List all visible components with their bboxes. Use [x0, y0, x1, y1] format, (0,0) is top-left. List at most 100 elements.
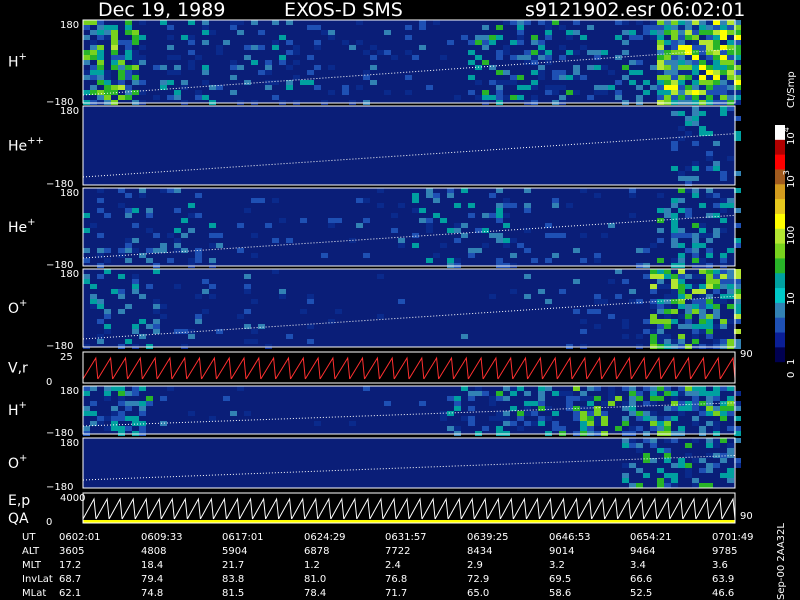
heatmap-cell [83, 35, 90, 40]
heatmap-cell [692, 478, 699, 483]
heatmap-cell [699, 223, 706, 228]
heatmap-cell [727, 284, 734, 289]
heatmap-cell [720, 319, 727, 324]
heatmap-cell [111, 426, 118, 431]
heatmap-cell [216, 85, 223, 90]
heatmap-cell [139, 20, 146, 25]
heatmap-cell [629, 443, 636, 448]
heatmap-cell [713, 55, 720, 60]
heatmap-cell [720, 95, 727, 100]
footer-cell: 21.7 [222, 560, 244, 571]
heatmap-cell [496, 80, 503, 85]
heatmap-cell [202, 40, 209, 45]
heatmap-cell [699, 75, 706, 80]
heatmap-cell [622, 324, 629, 329]
heatmap-cell [573, 75, 580, 80]
heatmap-cell [699, 90, 706, 95]
footer-row-label: MLat [22, 588, 46, 599]
heatmap-cell [664, 483, 671, 488]
heatmap-cell [622, 401, 629, 406]
heatmap-cell [559, 55, 566, 60]
heatmap-cell [503, 50, 510, 55]
heatmap-cell [139, 294, 146, 299]
heatmap-cell [83, 60, 90, 65]
heatmap-cell [580, 411, 587, 416]
heatmap-cell [573, 279, 580, 284]
heatmap-cell [202, 20, 209, 25]
heatmap-cell [713, 339, 720, 344]
heatmap-cell [300, 309, 307, 314]
heatmap-cell [629, 80, 636, 85]
heatmap-cell [692, 111, 699, 116]
heatmap-cell [237, 314, 244, 319]
heatmap-cell [125, 45, 132, 50]
colorbar-swatch [775, 362, 785, 378]
heatmap-cell [125, 95, 132, 100]
heatmap-cell [132, 284, 139, 289]
heatmap-cell [706, 329, 713, 334]
heatmap-cell [671, 75, 678, 80]
heatmap-cell [692, 309, 699, 314]
heatmap-cell [517, 426, 524, 431]
heatmap-cell [657, 274, 664, 279]
heatmap-cell [482, 45, 489, 50]
heatmap-cell [503, 198, 510, 203]
footer-row-label: MLT [22, 560, 42, 571]
heatmap-cell [118, 426, 125, 431]
heatmap-cell [699, 406, 706, 411]
heatmap-cell [552, 70, 559, 75]
heatmap-cell [160, 314, 167, 319]
heatmap-cell [573, 411, 580, 416]
heatmap-cell [83, 258, 90, 263]
heatmap-cell [643, 25, 650, 30]
heatmap-cell [286, 85, 293, 90]
heatmap-cell [468, 90, 475, 95]
colorbar-tick-sup: 3 [782, 170, 791, 175]
heatmap-cell [90, 294, 97, 299]
heatmap-cell [720, 294, 727, 299]
heatmap-cell [622, 30, 629, 35]
heatmap-cell [244, 339, 251, 344]
heatmap-cell [314, 421, 321, 426]
heatmap-cell [118, 85, 125, 90]
heatmap-cell [671, 279, 678, 284]
heatmap-cell [664, 274, 671, 279]
heatmap-cell [209, 294, 216, 299]
heatmap-cell [153, 65, 160, 70]
heatmap-cell [132, 329, 139, 334]
footer-cell: 3605 [59, 546, 84, 557]
heatmap-cell [566, 391, 573, 396]
heatmap-cell [622, 438, 629, 443]
heatmap-cell [167, 188, 174, 193]
ytick-max: 180 [60, 438, 79, 449]
heatmap-cell [90, 50, 97, 55]
footer-cell: 46.6 [712, 588, 734, 599]
heatmap-cell [195, 314, 202, 319]
heatmap-cell [601, 50, 608, 55]
footer-cell: 1.2 [304, 560, 320, 571]
heatmap-cell [636, 35, 643, 40]
heatmap-cell [657, 95, 664, 100]
heatmap-cell [594, 258, 601, 263]
heatmap-cell [713, 324, 720, 329]
heatmap-cell [713, 161, 720, 166]
footer-cell: 3.2 [549, 560, 565, 571]
heatmap-cell [664, 75, 671, 80]
heatmap-cell [118, 70, 125, 75]
heatmap-cell [566, 203, 573, 208]
heatmap-cell [405, 35, 412, 40]
heatmap-cell [174, 208, 181, 213]
heatmap-cell [671, 60, 678, 65]
heatmap-cell [503, 421, 510, 426]
heatmap-cell [237, 30, 244, 35]
footer-row-label: UT [22, 532, 36, 543]
heatmap-cell [97, 188, 104, 193]
heatmap-cell [454, 396, 461, 401]
heatmap-cell [419, 25, 426, 30]
heatmap-cell [83, 391, 90, 396]
heatmap-cell [685, 473, 692, 478]
heatmap-cell [720, 60, 727, 65]
heatmap-cell [685, 30, 692, 35]
heatmap-cell [566, 30, 573, 35]
heatmap-cell [181, 85, 188, 90]
